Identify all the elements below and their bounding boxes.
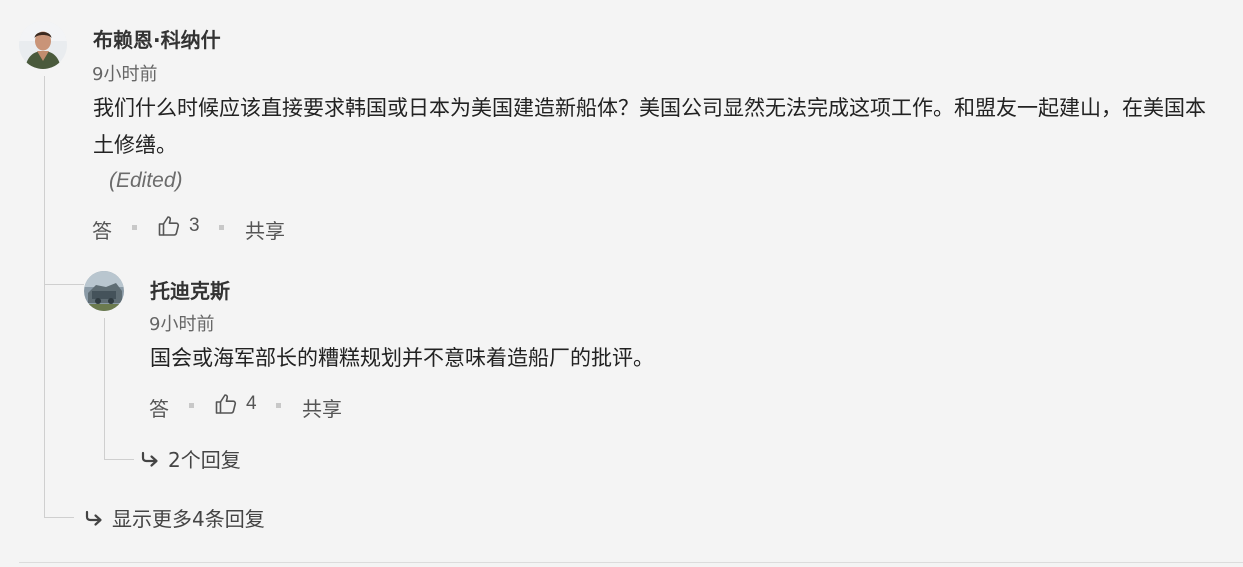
view-replies-link[interactable]: 2个回复 [140, 444, 241, 473]
reply-timestamp: 9小时前 [149, 314, 215, 335]
show-more-replies-link[interactable]: 显示更多4条回复 [84, 503, 265, 532]
avatar[interactable] [84, 271, 124, 311]
like-button[interactable]: 3 [157, 214, 200, 238]
reply-arrow-icon [84, 508, 104, 528]
show-more-replies-label: 显示更多4条回复 [112, 507, 265, 531]
share-button[interactable]: 共享 [245, 215, 285, 244]
thread-line [44, 76, 45, 518]
like-button[interactable]: 4 [214, 392, 257, 416]
separator-dot [132, 225, 137, 230]
thread-line-branch [44, 284, 84, 285]
reply-button[interactable]: 答 [92, 215, 112, 244]
avatar-image [84, 271, 124, 311]
comment-timestamp: 9小时前 [92, 64, 158, 85]
avatar[interactable] [19, 21, 67, 69]
reply-arrow-icon [140, 449, 160, 469]
separator-dot [219, 225, 224, 230]
thread-line-elbow [44, 517, 74, 518]
thread-line-elbow [104, 459, 134, 460]
share-button[interactable]: 共享 [302, 393, 342, 422]
separator-dot [276, 403, 281, 408]
reply-author[interactable]: 托迪克斯 [150, 275, 230, 304]
divider [19, 562, 1243, 563]
thumbs-up-icon [157, 214, 181, 238]
thumbs-up-icon [214, 392, 238, 416]
comment-author[interactable]: 布赖恩·科纳什 [93, 24, 221, 53]
edited-label: (Edited) [109, 169, 183, 192]
separator-dot [189, 403, 194, 408]
like-count: 3 [189, 215, 200, 236]
avatar-image [19, 21, 67, 69]
reply-text: 国会或海军部长的糟糕规划并不意味着造船厂的批评。 [150, 346, 654, 370]
comment-text: 我们什么时候应该直接要求韩国或日本为美国建造新船体？美国公司显然无法完成这项工作… [93, 96, 1206, 157]
view-replies-label: 2个回复 [168, 448, 241, 472]
like-count: 4 [246, 393, 257, 414]
comment-thread: 布赖恩·科纳什 9小时前 我们什么时候应该直接要求韩国或日本为美国建造新船体？美… [0, 0, 1243, 567]
reply-button[interactable]: 答 [149, 393, 169, 422]
thread-line [104, 318, 105, 460]
